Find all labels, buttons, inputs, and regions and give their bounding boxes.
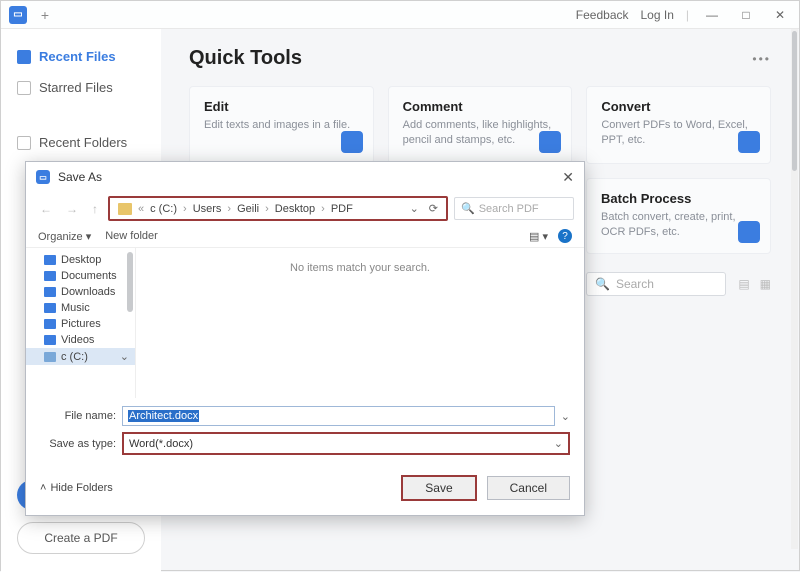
hide-folders-button[interactable]: ˄Hide Folders	[40, 482, 113, 494]
card-title: Comment	[403, 99, 558, 114]
folder-icon	[44, 271, 56, 281]
tree-item-desktop[interactable]: Desktop	[26, 252, 135, 268]
card-subtitle: Add comments, like highlights, pencil an…	[403, 118, 558, 149]
nav-forward-button[interactable]: →	[62, 200, 82, 218]
chevron-up-icon: ˄	[40, 482, 46, 494]
sidebar-item-recent-files[interactable]: Recent Files	[1, 41, 161, 72]
list-view-icon[interactable]: ▤	[738, 277, 749, 291]
save-as-dialog: ▭ Save As ✕ ← → ↑ « c (C:)› Users› Geili…	[25, 161, 585, 516]
separator: |	[686, 8, 689, 22]
convert-card[interactable]: Convert Convert PDFs to Word, Excel, PPT…	[586, 86, 771, 164]
nav-back-button[interactable]: ←	[36, 200, 56, 218]
tree-item-pictures[interactable]: Pictures	[26, 316, 135, 332]
filename-label: File name:	[40, 410, 116, 422]
search-input[interactable]: 🔍 Search	[586, 272, 726, 296]
comment-card[interactable]: Comment Add comments, like highlights, p…	[388, 86, 573, 164]
folder-tree: Desktop Documents Downloads Music Pictur…	[26, 248, 136, 398]
folder-icon	[44, 287, 56, 297]
convert-icon	[738, 131, 760, 153]
more-button[interactable]: •••	[752, 52, 771, 66]
new-tab-button[interactable]: +	[35, 5, 55, 25]
tree-item-drive-c[interactable]: c (C:)⌄	[26, 348, 135, 365]
tree-item-downloads[interactable]: Downloads	[26, 284, 135, 300]
page-title: Quick Tools	[189, 47, 302, 70]
dialog-icon: ▭	[36, 170, 50, 184]
feedback-link[interactable]: Feedback	[576, 8, 629, 22]
folder-icon	[17, 136, 31, 150]
batch-card[interactable]: Batch Process Batch convert, create, pri…	[586, 178, 771, 254]
tree-item-music[interactable]: Music	[26, 300, 135, 316]
folder-icon	[44, 319, 56, 329]
sidebar-item-recent-folders[interactable]: Recent Folders	[1, 127, 161, 158]
card-subtitle: Convert PDFs to Word, Excel, PPT, etc.	[601, 118, 756, 149]
refresh-icon[interactable]: ⟳	[429, 202, 438, 215]
sidebar-item-starred-files[interactable]: Starred Files	[1, 72, 161, 103]
card-title: Convert	[601, 99, 756, 114]
dialog-close-button[interactable]: ✕	[562, 169, 574, 186]
sidebar-label: Recent Files	[39, 49, 116, 64]
login-link[interactable]: Log In	[641, 8, 674, 22]
card-title: Edit	[204, 99, 359, 114]
star-icon	[17, 81, 31, 95]
batch-icon	[738, 221, 760, 243]
search-icon: 🔍	[595, 277, 610, 291]
cancel-button[interactable]: Cancel	[487, 476, 570, 500]
dialog-title: Save As	[58, 170, 102, 184]
tree-item-videos[interactable]: Videos	[26, 332, 135, 348]
folder-icon	[44, 255, 56, 265]
folder-icon	[44, 335, 56, 345]
chevron-down-icon[interactable]: ⌄	[561, 410, 570, 423]
grid-view-icon[interactable]: ▦	[760, 277, 771, 291]
save-as-type-label: Save as type:	[40, 438, 116, 450]
vertical-scrollbar[interactable]	[791, 29, 798, 549]
folder-icon	[44, 303, 56, 313]
chevron-down-icon: ⌄	[554, 437, 563, 450]
nav-up-button[interactable]: ↑	[88, 200, 102, 218]
card-title: Batch Process	[601, 191, 756, 206]
folder-icon	[118, 203, 132, 215]
minimize-button[interactable]: —	[701, 4, 723, 26]
sidebar-label: Starred Files	[39, 80, 113, 95]
filename-input[interactable]: Architect.docx	[122, 406, 555, 426]
recent-files-icon	[17, 50, 31, 64]
comment-icon	[539, 131, 561, 153]
edit-card[interactable]: Edit Edit texts and images in a file.	[189, 86, 374, 164]
help-icon[interactable]: ?	[558, 229, 572, 243]
chevron-down-icon[interactable]: ⌄	[410, 202, 419, 215]
search-placeholder: Search	[616, 277, 654, 291]
empty-message: No items match your search.	[136, 248, 584, 398]
save-as-type-select[interactable]: Word(*.docx) ⌄	[122, 432, 570, 455]
edit-icon	[341, 131, 363, 153]
tree-item-documents[interactable]: Documents	[26, 268, 135, 284]
save-button[interactable]: Save	[401, 475, 476, 501]
dialog-search-input[interactable]: 🔍 Search PDF	[454, 197, 574, 220]
create-pdf-button[interactable]: Create a PDF	[17, 522, 145, 554]
card-subtitle: Edit texts and images in a file.	[204, 118, 359, 133]
titlebar: ▭ + Feedback Log In | — □ ✕	[1, 1, 799, 29]
app-logo-icon: ▭	[9, 6, 27, 24]
close-button[interactable]: ✕	[769, 4, 791, 26]
organize-button[interactable]: Organize ▾	[38, 230, 91, 243]
maximize-button[interactable]: □	[735, 4, 757, 26]
breadcrumb-bar[interactable]: « c (C:)› Users› Geili› Desktop› PDF ⌄ ⟳	[108, 196, 448, 221]
search-icon: 🔍	[461, 202, 475, 215]
new-folder-button[interactable]: New folder	[105, 230, 158, 242]
view-mode-button[interactable]: ▤ ▾	[529, 230, 548, 243]
drive-icon	[44, 352, 56, 362]
card-subtitle: Batch convert, create, print, OCR PDFs, …	[601, 210, 756, 241]
sidebar-label: Recent Folders	[39, 135, 127, 150]
